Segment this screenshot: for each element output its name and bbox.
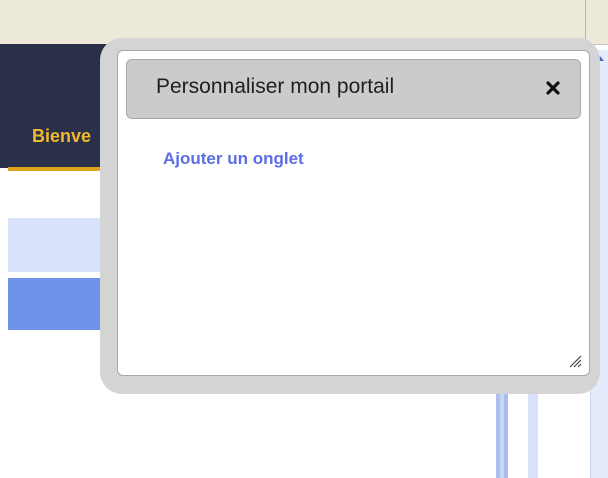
resize-grip-svg: [569, 355, 582, 368]
dialog-title: Personnaliser mon portail: [156, 75, 395, 98]
dialog-titlebar[interactable]: Personnaliser mon portail: [126, 59, 581, 119]
add-tab-link[interactable]: Ajouter un onglet: [163, 149, 304, 169]
welcome-label: Bienve: [32, 126, 92, 146]
resize-grip-icon[interactable]: [567, 353, 583, 369]
close-icon: [546, 81, 560, 95]
customize-portal-dialog: Personnaliser mon portail Ajouter un ong…: [117, 50, 590, 376]
top-strip-divider: [585, 0, 586, 44]
close-button[interactable]: [540, 75, 566, 101]
